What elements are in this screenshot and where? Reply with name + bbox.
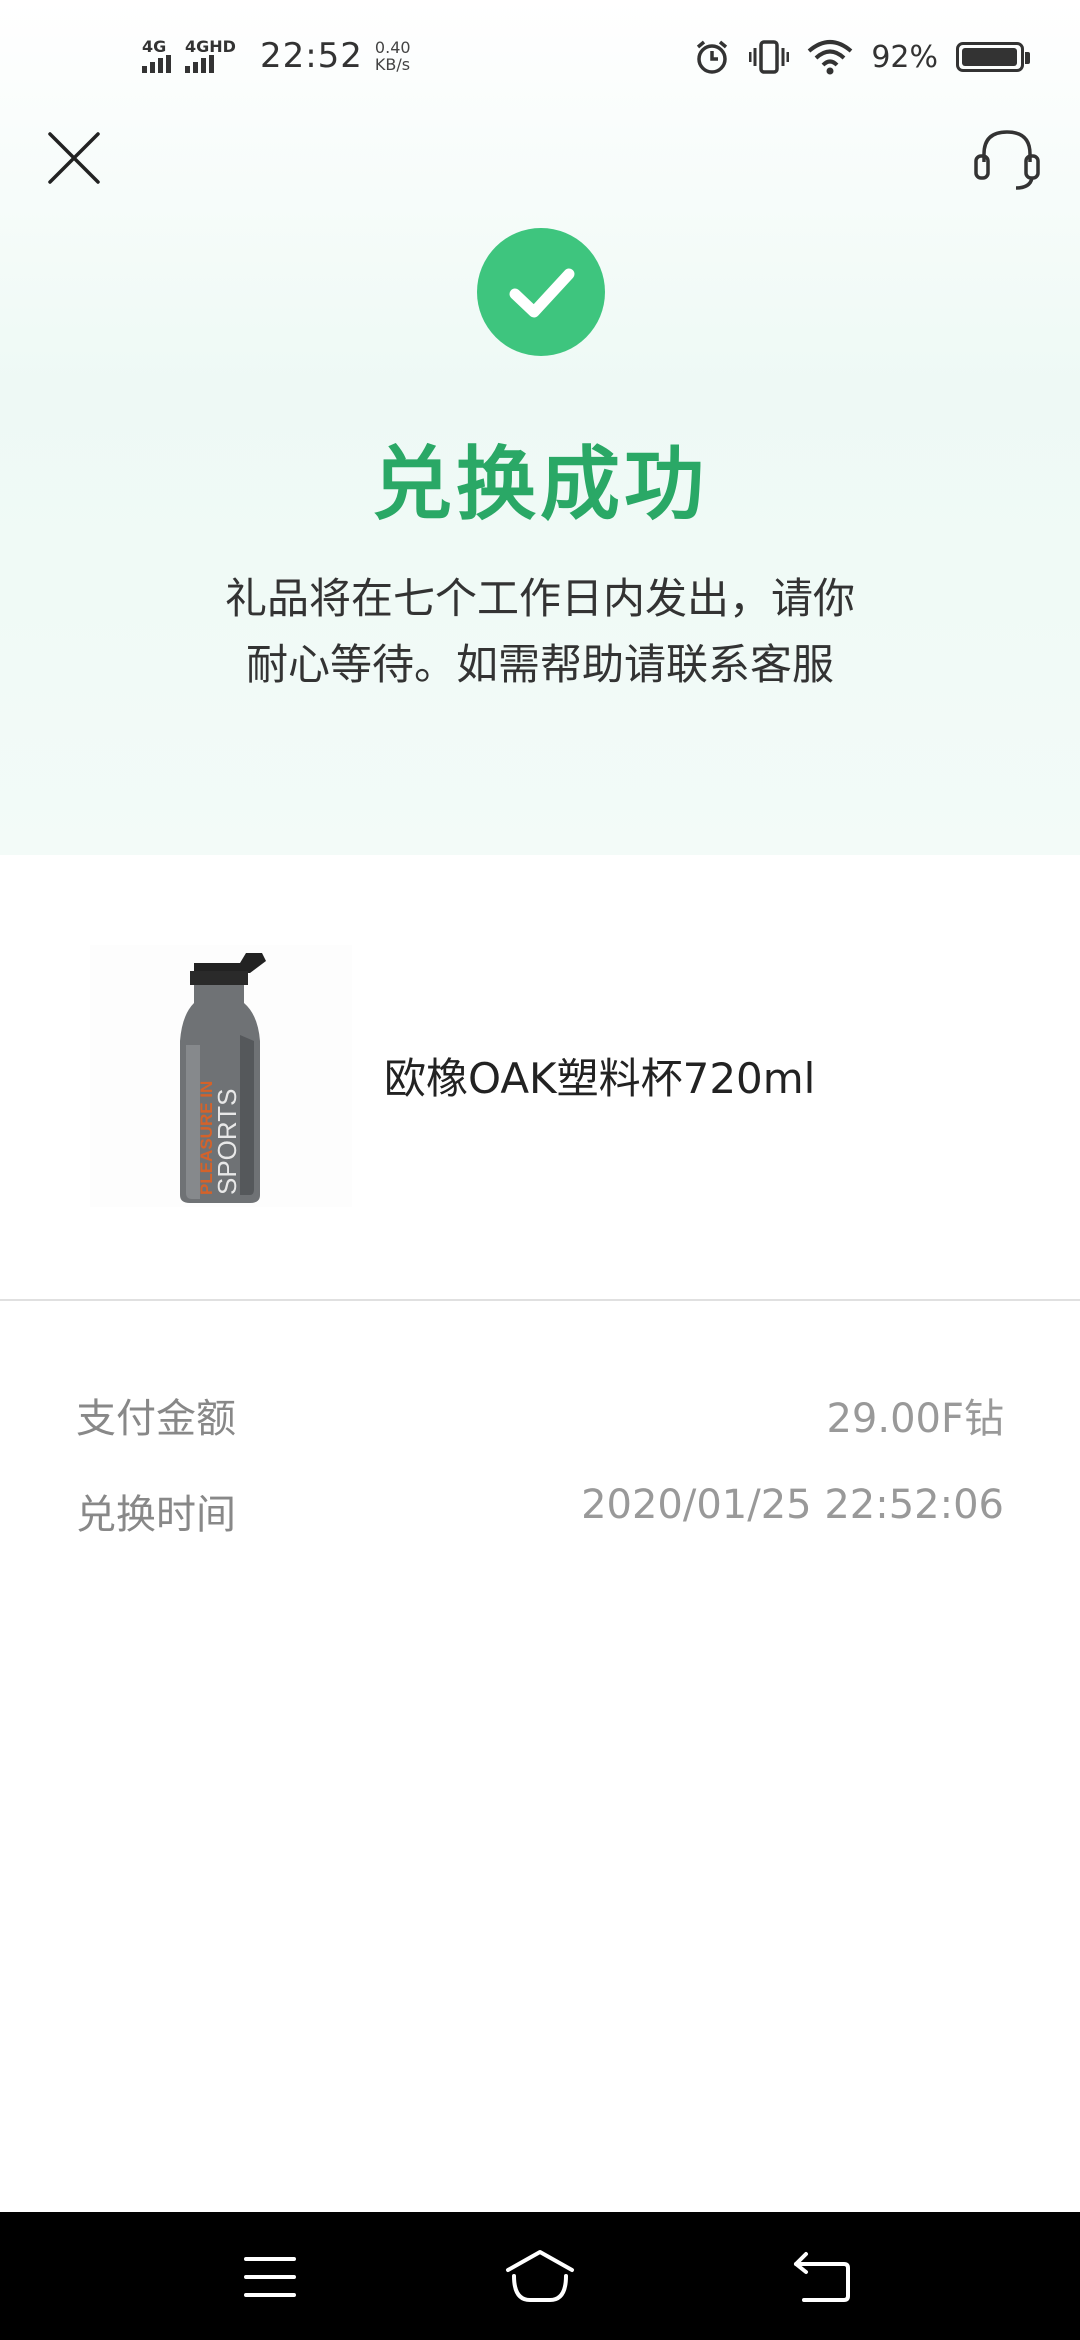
divider xyxy=(0,1299,1080,1301)
status-time: 22:52 xyxy=(259,36,363,76)
status-bar: 4G 4GHD 22:52 0.40 KB/s 92% xyxy=(0,0,1080,110)
payment-amount-value: 29.00F钻 xyxy=(826,1396,1004,1442)
network-label: 4G xyxy=(142,37,167,56)
battery-icon xyxy=(956,42,1030,72)
vibrate-icon xyxy=(749,40,790,74)
network-label: 4GHD xyxy=(185,37,236,56)
payment-amount-row: 支付金额 29.00F钻 xyxy=(76,1386,1004,1444)
speed-value: 0.40 xyxy=(374,38,411,57)
product-image-text: SPORTS xyxy=(212,1089,242,1195)
exchange-time-value: 2020/01/25 22:52:06 xyxy=(581,1482,1004,1528)
speed-unit: KB/s xyxy=(374,55,411,74)
exchange-time-row: 兑换时间 2020/01/25 22:52:06 xyxy=(76,1482,1004,1540)
product-name: 欧橡OAK塑料杯720ml xyxy=(384,1054,816,1103)
result-description: 礼品将在七个工作日内发出，请你耐心等待。如需帮助请联系客服 xyxy=(224,574,855,689)
product-card[interactable]: PLEASURE IN SPORTS 欧橡OAK塑料杯720ml xyxy=(0,855,1080,1300)
network-speed: 0.40 KB/s xyxy=(375,39,411,73)
back-icon[interactable] xyxy=(782,2242,862,2312)
home-icon[interactable] xyxy=(500,2242,580,2312)
check-circle-icon xyxy=(477,228,605,356)
status-left: 4G 4GHD 22:52 0.40 KB/s xyxy=(142,36,411,76)
exchange-time-label: 兑换时间 xyxy=(76,1492,236,1538)
status-right: 92% xyxy=(693,38,1030,76)
headset-icon[interactable] xyxy=(972,126,1042,192)
system-nav-bar xyxy=(0,2212,1080,2340)
payment-amount-label: 支付金额 xyxy=(76,1396,236,1442)
signal-4ghd-icon: 4GHD xyxy=(185,39,236,73)
wifi-icon xyxy=(808,40,853,75)
battery-percent: 92% xyxy=(871,39,938,75)
close-icon[interactable] xyxy=(44,128,104,188)
signal-4g-icon: 4G xyxy=(142,39,171,73)
product-image: PLEASURE IN SPORTS xyxy=(90,945,352,1207)
alarm-icon xyxy=(697,40,728,74)
result-title: 兑换成功 xyxy=(372,438,708,531)
menu-icon[interactable] xyxy=(230,2242,310,2312)
